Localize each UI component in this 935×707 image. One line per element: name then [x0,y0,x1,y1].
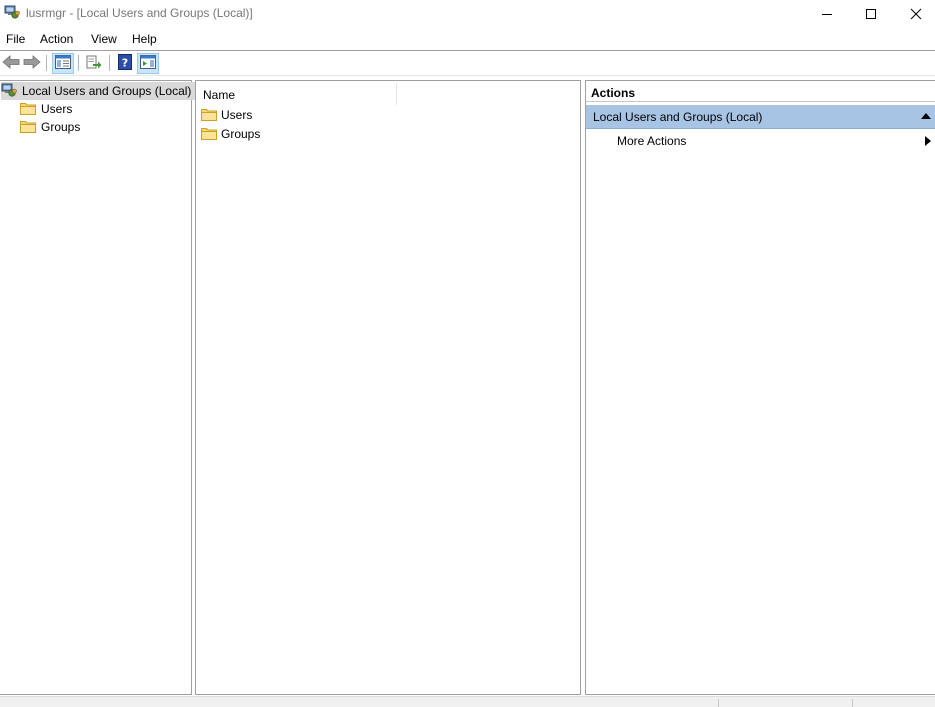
menu-file[interactable]: File [6,32,25,46]
result-list-pane: Name Users Groups [195,80,581,695]
minimize-button[interactable] [804,0,850,27]
column-divider[interactable] [396,83,397,105]
forward-button[interactable] [21,53,43,74]
toolbar-separator [46,55,47,71]
more-actions-label: More Actions [617,134,687,148]
svg-text:?: ? [122,57,128,70]
actions-header: Actions [586,81,935,102]
tree-item-users[interactable]: Users [20,100,72,118]
column-header-name[interactable]: Name [203,88,235,102]
status-bar [0,696,935,707]
menu-help[interactable]: Help [132,32,157,46]
help-icon: ? [118,54,132,73]
actions-group-header[interactable]: Local Users and Groups (Local) [586,105,935,129]
column-header-row: Name [196,81,580,107]
menu-view[interactable]: View [91,32,117,46]
status-divider [718,699,719,707]
title-bar: lusrmgr - [Local Users and Groups (Local… [0,0,935,27]
help-button[interactable]: ? [114,53,136,74]
tree-root-label: Local Users and Groups (Local) [22,84,192,98]
export-list-icon [86,55,102,72]
folder-icon [20,119,36,136]
folder-icon [201,126,217,143]
show-hide-console-tree-button[interactable] [52,53,74,74]
toolbar: ? [0,51,935,76]
tree-groups-label: Groups [41,120,81,134]
list-item-label: Users [221,108,253,122]
back-button[interactable] [0,53,22,74]
maximize-button[interactable] [848,0,894,27]
show-hide-console-tree-icon [55,55,71,72]
computer-management-icon [1,82,17,101]
list-item-users[interactable]: Users [201,106,252,124]
actions-title: Actions [591,86,636,100]
list-item-groups[interactable]: Groups [201,125,260,143]
list-item-label: Groups [221,127,261,141]
folder-icon [201,107,217,124]
folder-icon [20,101,36,118]
submenu-arrow-icon [925,136,931,146]
menu-action[interactable]: Action [40,32,73,46]
close-button[interactable] [893,0,935,27]
tree-item-root[interactable]: Local Users and Groups (Local) [1,82,196,101]
console-tree-pane: Local Users and Groups (Local) Users Gro… [0,80,196,695]
window-title: lusrmgr - [Local Users and Groups (Local… [26,6,253,20]
show-hide-action-pane-button[interactable] [137,53,159,74]
more-actions-item[interactable]: More Actions [586,131,935,151]
actions-group-label: Local Users and Groups (Local) [593,110,763,124]
forward-arrow-icon [23,55,41,72]
collapse-up-icon[interactable] [921,113,931,119]
tree-users-label: Users [41,102,73,116]
back-arrow-icon [2,55,20,72]
menu-bar: File Action View Help [0,29,935,49]
toolbar-separator [78,55,79,71]
show-hide-action-pane-icon [140,55,156,72]
status-divider [852,699,853,707]
toolbar-separator [109,55,110,71]
computer-management-icon [4,4,20,20]
tree-item-groups[interactable]: Groups [20,118,80,136]
export-list-button[interactable] [83,53,105,74]
actions-pane: Actions Local Users and Groups (Local) M… [585,80,935,695]
